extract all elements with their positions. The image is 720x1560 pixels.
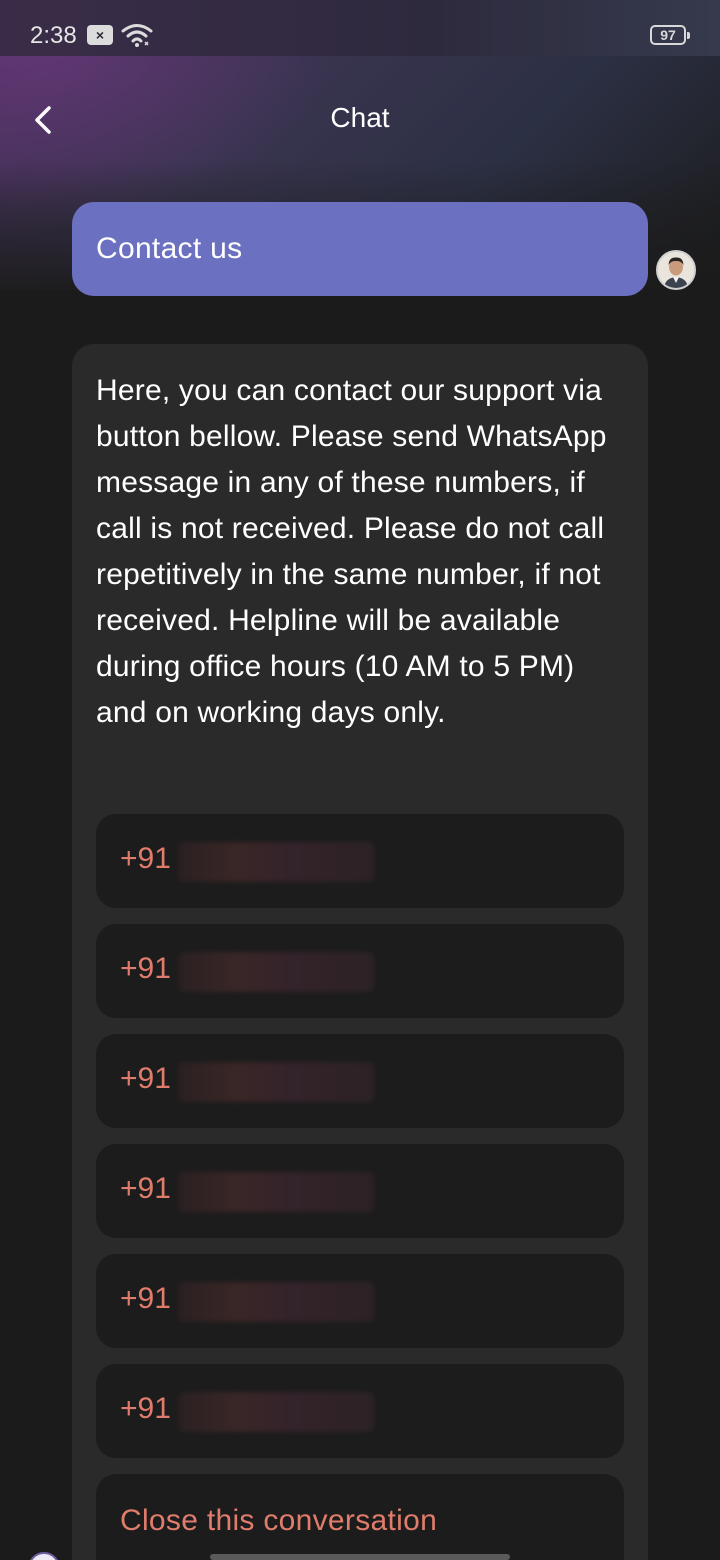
phone-country-code: +91 — [120, 1282, 171, 1315]
battery-icon: 97 — [650, 25, 690, 45]
page-title: Chat — [330, 102, 390, 133]
phone-number-redacted — [178, 1062, 374, 1102]
phone-country-code: +91 — [120, 1172, 171, 1205]
wifi-icon — [121, 24, 153, 47]
phone-option-4[interactable]: +91 — [96, 1144, 624, 1238]
phone-option-3[interactable]: +91 — [96, 1034, 624, 1128]
user-message-bubble: Contact us — [72, 202, 648, 296]
close-conversation-label: Close this conversation — [120, 1504, 438, 1537]
phone-number-redacted — [178, 842, 374, 882]
phone-country-code: +91 — [120, 1392, 171, 1425]
chat-screen: 2:38 × 97 Chat Contact us Here, you can … — [0, 0, 720, 1560]
user-avatar — [656, 250, 696, 290]
phone-number-redacted — [178, 1282, 374, 1322]
avatar-image — [658, 252, 694, 288]
phone-option-6[interactable]: +91 — [96, 1364, 624, 1458]
status-time: 2:38 — [30, 22, 77, 49]
close-conversation-button[interactable]: Close this conversation — [96, 1474, 624, 1560]
phone-option-5[interactable]: +91 — [96, 1254, 624, 1348]
home-indicator[interactable] — [210, 1554, 510, 1560]
bot-message-text: Here, you can contact our support via bu… — [96, 374, 607, 729]
phone-number-redacted — [178, 1392, 374, 1432]
bot-avatar-icon — [28, 1552, 60, 1560]
phone-country-code: +91 — [120, 842, 171, 875]
phone-number-redacted — [178, 952, 374, 992]
phone-number-redacted — [178, 1172, 374, 1212]
phone-option-1[interactable]: +91 — [96, 814, 624, 908]
phone-country-code: +91 — [120, 952, 171, 985]
phone-option-2[interactable]: +91 — [96, 924, 624, 1018]
notification-icon: × — [87, 25, 113, 45]
phone-country-code: +91 — [120, 1062, 171, 1095]
status-bar: 2:38 × 97 — [0, 0, 720, 56]
